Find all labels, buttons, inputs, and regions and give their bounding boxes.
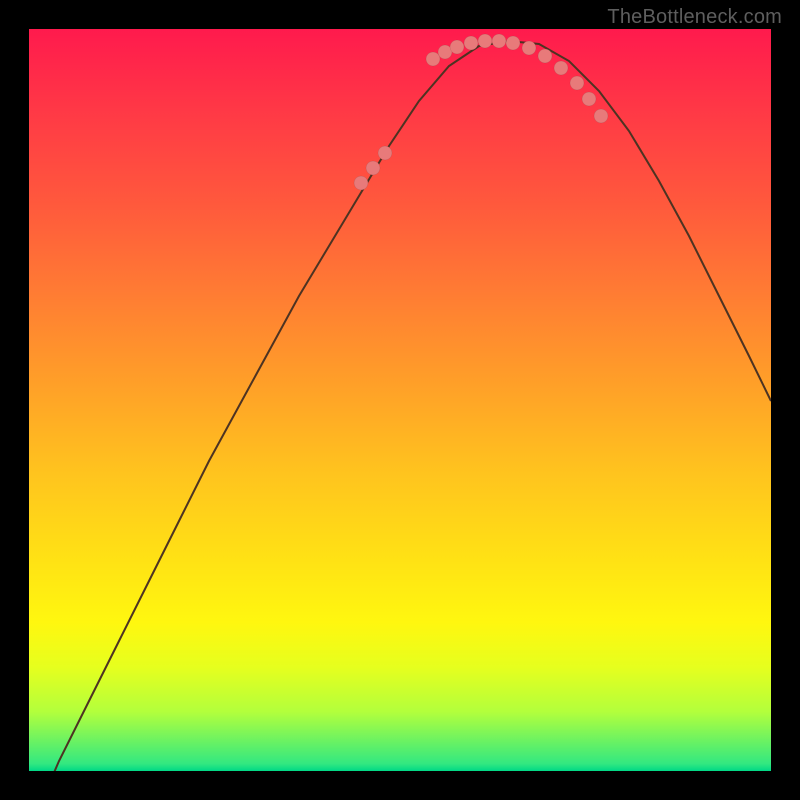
optimal-dot [354, 176, 368, 190]
bottleneck-curve-line [29, 41, 771, 771]
optimal-dot [478, 34, 492, 48]
optimal-dot [450, 40, 464, 54]
optimal-dot [538, 49, 552, 63]
optimal-dot [570, 76, 584, 90]
watermark-text: TheBottleneck.com [607, 6, 782, 29]
optimal-dot [582, 92, 596, 106]
optimal-dot [366, 161, 380, 175]
chart-area [29, 29, 771, 771]
optimal-dot [506, 36, 520, 50]
optimal-dot [522, 41, 536, 55]
chart-svg [29, 29, 771, 771]
optimal-dot [492, 34, 506, 48]
optimal-dot [378, 146, 392, 160]
optimal-dot [426, 52, 440, 66]
optimal-dot [464, 36, 478, 50]
optimal-dot [554, 61, 568, 75]
optimal-dot [594, 109, 608, 123]
optimal-zone-dots-group [354, 34, 608, 190]
